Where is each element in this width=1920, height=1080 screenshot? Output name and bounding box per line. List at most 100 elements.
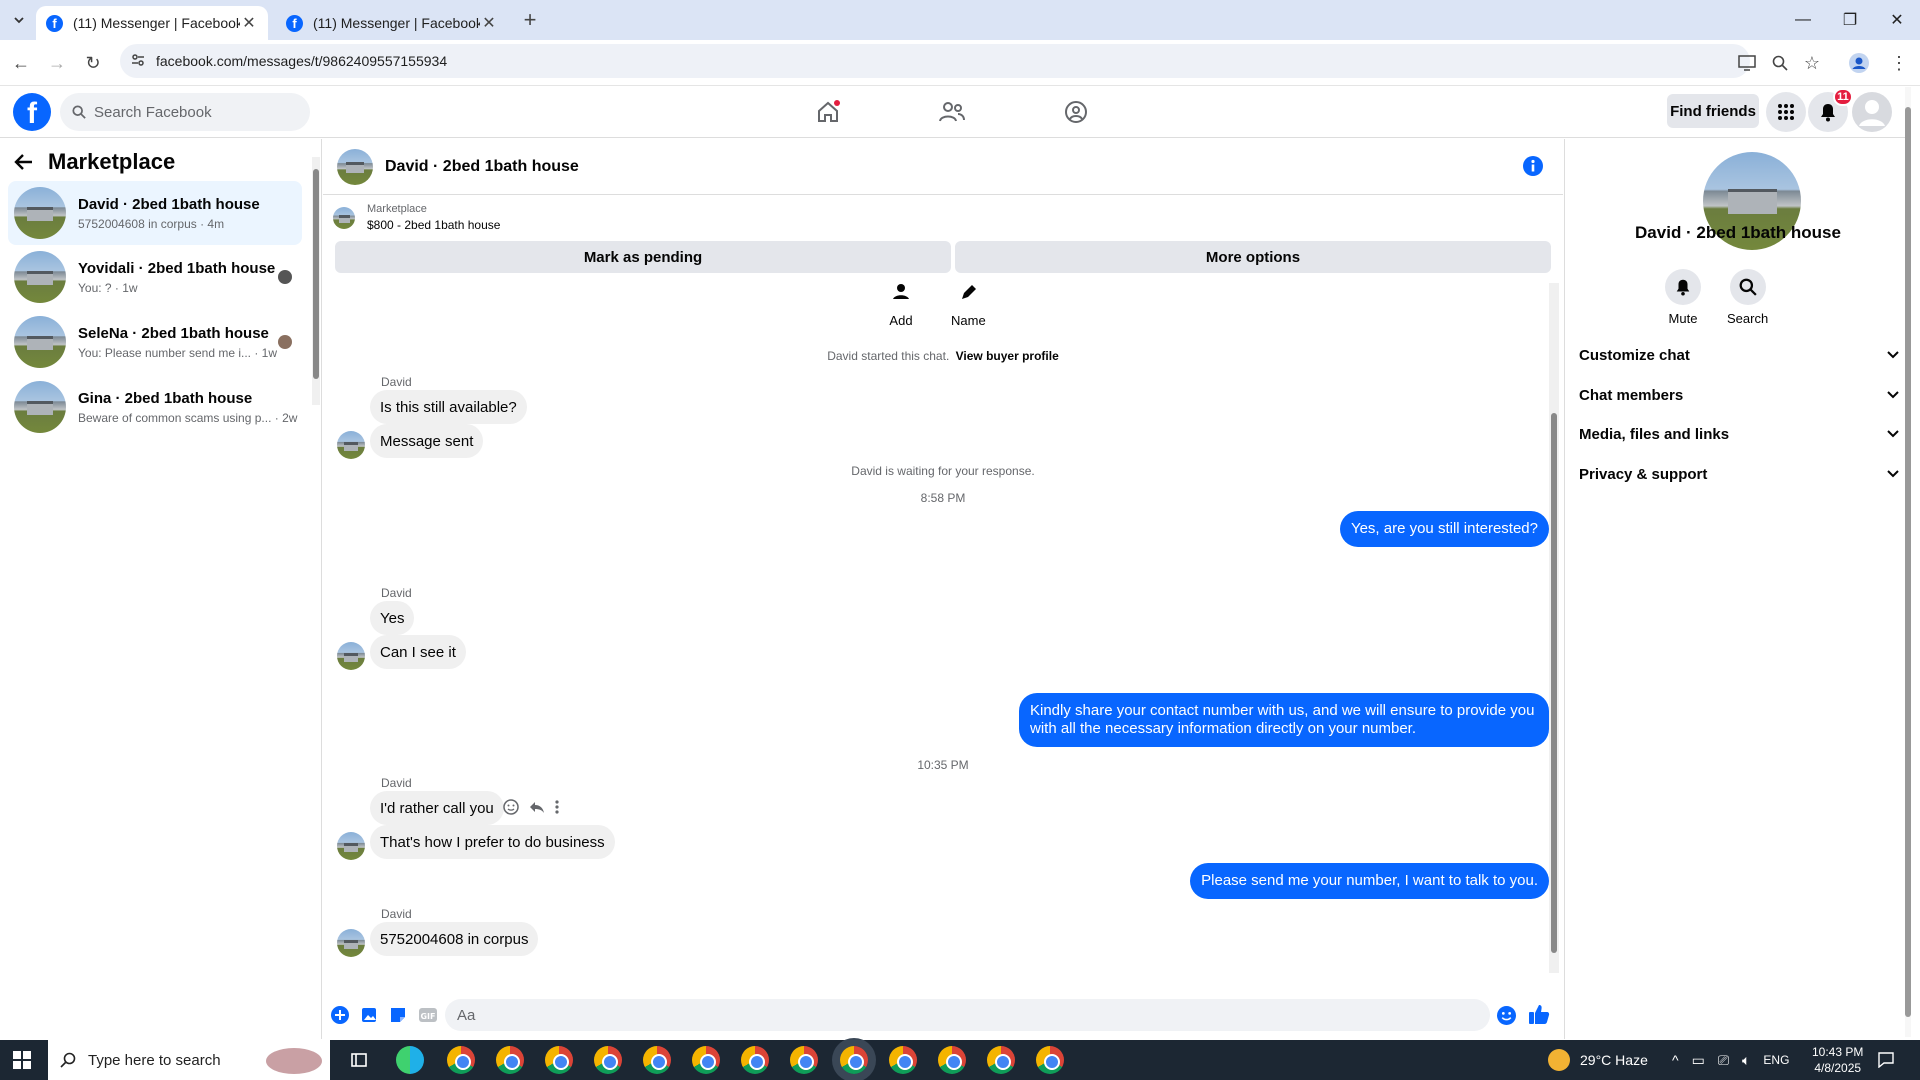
chrome-icon[interactable] bbox=[790, 1046, 818, 1074]
privacy-support-section[interactable]: Privacy & support bbox=[1579, 454, 1899, 494]
scrollbar-thumb[interactable] bbox=[1905, 107, 1911, 1017]
incoming-message[interactable]: I'd rather call you bbox=[370, 791, 504, 825]
conversation-item[interactable]: Gina · 2bed 1bath house Beware of common … bbox=[8, 375, 302, 439]
page-scrollbar[interactable] bbox=[1905, 87, 1911, 1037]
chrome-icon[interactable] bbox=[938, 1046, 966, 1074]
more-actions-plus-icon[interactable] bbox=[331, 1006, 349, 1024]
view-buyer-profile-link[interactable]: View buyer profile bbox=[956, 349, 1059, 363]
incoming-message[interactable]: Can I see it bbox=[370, 635, 466, 669]
like-thumb-icon[interactable] bbox=[1528, 1003, 1550, 1025]
react-emoji-icon[interactable] bbox=[503, 799, 519, 815]
chrome-icon[interactable] bbox=[889, 1046, 917, 1074]
address-bar[interactable]: facebook.com/messages/t/9862409557155934 bbox=[120, 44, 1750, 78]
input-language[interactable]: ENG bbox=[1763, 1053, 1789, 1067]
chrome-icon[interactable] bbox=[987, 1046, 1015, 1074]
network-icon[interactable]: ⎚ bbox=[1718, 1052, 1729, 1069]
friends-icon[interactable] bbox=[936, 96, 968, 128]
more-actions-icon[interactable] bbox=[553, 799, 561, 815]
incoming-message[interactable]: Message sent bbox=[370, 424, 484, 458]
bookmark-star-icon[interactable]: ☆ bbox=[1797, 48, 1827, 78]
attach-photo-icon[interactable] bbox=[360, 1006, 378, 1024]
chat-members-section[interactable]: Chat members bbox=[1579, 375, 1899, 415]
show-hidden-icons-chevron-icon[interactable]: ^ bbox=[1672, 1052, 1679, 1068]
incoming-message[interactable]: Yes bbox=[370, 601, 415, 635]
clock[interactable]: 10:43 PM 4/8/2025 bbox=[1812, 1040, 1863, 1080]
chrome-icon[interactable] bbox=[692, 1046, 720, 1074]
forward-icon[interactable]: → bbox=[42, 48, 72, 78]
conversation-item[interactable]: SeleNa · 2bed 1bath house You: Please num… bbox=[8, 310, 302, 374]
sender-avatar[interactable] bbox=[337, 431, 365, 459]
facebook-search-input[interactable]: Search Facebook bbox=[60, 93, 310, 131]
back-arrow-icon[interactable] bbox=[14, 153, 34, 171]
scrollbar-thumb[interactable] bbox=[1551, 413, 1557, 953]
sender-avatar[interactable] bbox=[337, 929, 365, 957]
info-icon[interactable] bbox=[1523, 156, 1543, 176]
name-quick-action[interactable]: Name bbox=[951, 283, 986, 328]
windows-start-icon[interactable] bbox=[13, 1051, 31, 1069]
outgoing-message[interactable]: Please send me your number, I want to ta… bbox=[1190, 863, 1549, 899]
groups-icon[interactable] bbox=[1060, 96, 1092, 128]
back-icon[interactable]: ← bbox=[6, 48, 36, 78]
edge-browser-icon[interactable] bbox=[396, 1046, 424, 1074]
chrome-icon[interactable] bbox=[643, 1046, 671, 1074]
conversation-item[interactable]: Yovidali · 2bed 1bath house You: ? · 1w bbox=[8, 245, 302, 309]
outgoing-message[interactable]: Yes, are you still interested? bbox=[1339, 511, 1549, 547]
tab-search-icon[interactable] bbox=[4, 5, 34, 35]
sender-avatar[interactable] bbox=[337, 642, 365, 670]
emoji-icon[interactable] bbox=[1497, 1006, 1516, 1025]
find-friends-button[interactable]: Find friends bbox=[1667, 94, 1759, 128]
browser-tab-1[interactable]: f (11) Messenger | Facebook ✕ bbox=[36, 6, 268, 40]
reply-icon[interactable] bbox=[529, 799, 545, 815]
incoming-message[interactable]: That's how I prefer to do business bbox=[370, 825, 615, 859]
chrome-icon-active[interactable] bbox=[840, 1046, 868, 1074]
mark-as-pending-button[interactable]: Mark as pending bbox=[335, 241, 951, 273]
weather-widget[interactable]: 29°C Haze bbox=[1548, 1040, 1648, 1080]
more-options-button[interactable]: More options bbox=[955, 241, 1551, 273]
reload-icon[interactable]: ↻ bbox=[78, 48, 108, 78]
customize-chat-section[interactable]: Customize chat bbox=[1579, 335, 1899, 375]
message-input[interactable]: Aa bbox=[445, 999, 1490, 1031]
outgoing-message[interactable]: Kindly share your contact number with us… bbox=[1019, 693, 1549, 747]
incoming-message[interactable]: Is this still available? bbox=[370, 390, 527, 424]
facebook-logo-icon[interactable]: f bbox=[13, 93, 51, 131]
chrome-icon[interactable] bbox=[1036, 1046, 1064, 1074]
profile-icon[interactable] bbox=[1844, 48, 1874, 78]
chrome-icon[interactable] bbox=[545, 1046, 573, 1074]
scrollbar-thumb[interactable] bbox=[313, 169, 319, 379]
chat-title[interactable]: David · 2bed 1bath house bbox=[385, 158, 579, 176]
restore-icon[interactable]: ❐ bbox=[1827, 6, 1873, 34]
conversation-list-scrollbar[interactable] bbox=[312, 157, 320, 405]
message-thread-scrollbar[interactable] bbox=[1549, 283, 1559, 973]
account-avatar-icon[interactable] bbox=[1852, 92, 1892, 132]
meet-now-icon[interactable]: ▭ bbox=[1692, 1052, 1705, 1069]
chrome-icon[interactable] bbox=[447, 1046, 475, 1074]
close-tab-icon[interactable]: ✕ bbox=[480, 13, 498, 33]
install-app-icon[interactable] bbox=[1732, 48, 1762, 78]
chrome-icon[interactable] bbox=[741, 1046, 769, 1074]
chrome-icon[interactable] bbox=[496, 1046, 524, 1074]
new-tab-icon[interactable]: + bbox=[515, 5, 545, 35]
home-icon[interactable] bbox=[812, 96, 844, 128]
incoming-message[interactable]: 5752004608 in corpus bbox=[370, 922, 539, 956]
chat-avatar[interactable] bbox=[337, 148, 373, 185]
listing-banner[interactable]: Marketplace $800 - 2bed 1bath house bbox=[333, 203, 500, 232]
search-in-chat-button[interactable]: Search bbox=[1727, 269, 1768, 326]
close-tab-icon[interactable]: ✕ bbox=[240, 13, 258, 33]
sender-avatar[interactable] bbox=[337, 832, 365, 860]
chrome-icon[interactable] bbox=[594, 1046, 622, 1074]
task-view-icon[interactable] bbox=[350, 1051, 368, 1069]
mute-button[interactable]: Mute bbox=[1665, 269, 1701, 326]
media-files-links-section[interactable]: Media, files and links bbox=[1579, 414, 1899, 454]
taskbar-search-box[interactable]: Type here to search bbox=[48, 1040, 330, 1080]
close-window-icon[interactable]: ✕ bbox=[1874, 6, 1920, 34]
browser-tab-2[interactable]: f (11) Messenger | Facebook ✕ bbox=[276, 6, 508, 40]
minimize-icon[interactable]: — bbox=[1780, 6, 1826, 34]
gif-icon[interactable]: GIF bbox=[418, 1006, 438, 1024]
volume-icon[interactable]: 🔈︎ bbox=[1742, 1052, 1750, 1069]
site-info-icon[interactable] bbox=[130, 52, 146, 68]
notifications-center-icon[interactable] bbox=[1877, 1052, 1895, 1068]
menu-grid-icon[interactable] bbox=[1766, 92, 1806, 132]
browser-menu-icon[interactable]: ⋮ bbox=[1884, 48, 1914, 78]
sticker-icon[interactable] bbox=[389, 1006, 407, 1024]
add-quick-action[interactable]: Add bbox=[887, 283, 915, 328]
